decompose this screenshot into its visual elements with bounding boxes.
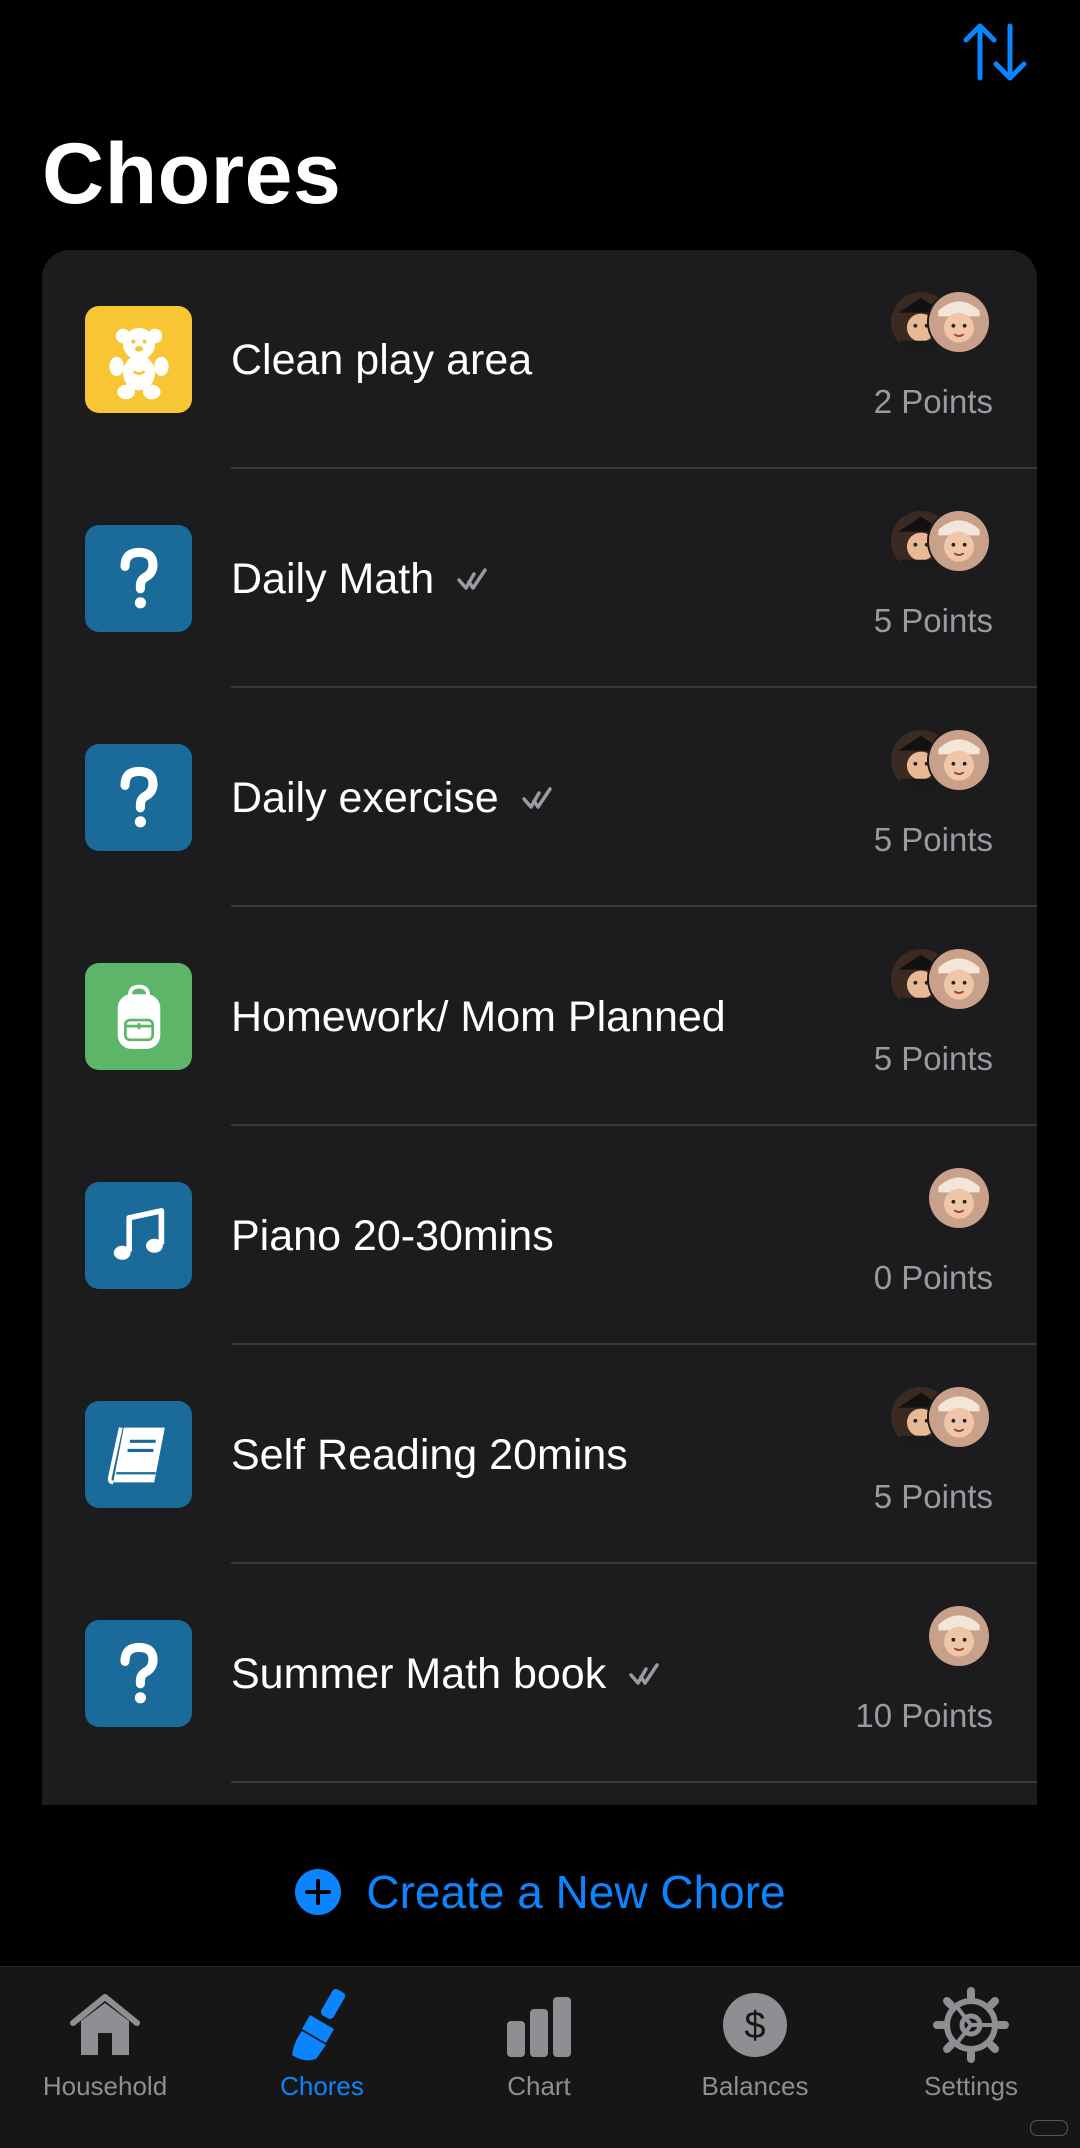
tab-chart[interactable]: Chart bbox=[439, 1985, 639, 2102]
plus-circle-icon bbox=[295, 1869, 342, 1915]
chore-row[interactable]: Self Reading 20mins 5 Points bbox=[42, 1345, 1037, 1564]
assignee-avatars bbox=[889, 1385, 991, 1449]
house-icon bbox=[70, 1994, 140, 2055]
page-title: Chores bbox=[42, 126, 342, 222]
row-divider bbox=[231, 1781, 1037, 1783]
chore-row[interactable]: Summer Math book 10 Points bbox=[42, 1564, 1037, 1783]
create-chore-label: Create a New Chore bbox=[366, 1866, 786, 1918]
tab-label: Household bbox=[42, 2071, 168, 2101]
chore-label: Daily Math bbox=[231, 555, 435, 603]
assignee-avatars bbox=[927, 1166, 991, 1230]
dollar-circle-icon: $ bbox=[723, 1993, 787, 2057]
tab-label: Settings bbox=[924, 2071, 1018, 2101]
avatar bbox=[927, 290, 991, 354]
chore-label: Summer Math book bbox=[231, 1650, 607, 1698]
tab-label: Balances bbox=[701, 2071, 809, 2101]
avatar bbox=[927, 728, 991, 792]
question-mark-icon bbox=[85, 1620, 192, 1727]
double-check-icon bbox=[457, 567, 487, 590]
assignee-avatars bbox=[889, 947, 991, 1011]
chore-row[interactable]: Homework/ Mom Planned 5 Points bbox=[42, 907, 1037, 1126]
chore-points: 5 Points bbox=[873, 602, 993, 639]
chore-row[interactable]: Clean play area 2 Points bbox=[42, 250, 1037, 469]
chore-points: 2 Points bbox=[873, 383, 993, 420]
avatar bbox=[927, 509, 991, 573]
music-note-icon bbox=[85, 1182, 192, 1289]
tab-balances[interactable]: $ Balances bbox=[655, 1985, 855, 2102]
home-indicator bbox=[1030, 2120, 1068, 2136]
brush-icon bbox=[292, 1988, 346, 2061]
chore-points: 5 Points bbox=[873, 821, 993, 858]
chore-row[interactable]: Daily exercise 5 Points bbox=[42, 688, 1037, 907]
chore-row[interactable]: Piano 20-30mins 0 Points bbox=[42, 1126, 1037, 1345]
sort-arrows-icon bbox=[963, 23, 1027, 81]
chore-points: 10 Points bbox=[855, 1697, 993, 1734]
assignee-avatars bbox=[889, 509, 991, 573]
create-chore-button[interactable]: Create a New Chore bbox=[0, 1865, 1080, 1919]
chore-label: Piano 20-30mins bbox=[231, 1212, 554, 1260]
tab-household[interactable]: Household bbox=[5, 1985, 205, 2102]
chore-label: Clean play area bbox=[231, 336, 533, 384]
chore-row[interactable]: Daily Math 5 Points bbox=[42, 469, 1037, 688]
chore-points: 5 Points bbox=[873, 1040, 993, 1077]
gear-icon bbox=[933, 1987, 1009, 2063]
chore-points: 0 Points bbox=[873, 1259, 993, 1296]
tab-settings[interactable]: Settings bbox=[871, 1985, 1071, 2102]
assignee-avatars bbox=[889, 728, 991, 792]
avatar bbox=[927, 1166, 991, 1230]
avatar bbox=[927, 1604, 991, 1668]
avatar bbox=[927, 1385, 991, 1449]
teddy-bear-icon bbox=[85, 306, 192, 413]
svg-text:$: $ bbox=[744, 2005, 765, 2047]
chores-list: Clean play area 2 Points Daily Math 5 Po… bbox=[42, 250, 1037, 1805]
double-check-icon bbox=[521, 786, 552, 809]
avatar bbox=[927, 947, 991, 1011]
tab-label: Chart bbox=[507, 2071, 571, 2101]
assignee-avatars bbox=[889, 290, 991, 354]
chore-label: Homework/ Mom Planned bbox=[231, 993, 726, 1041]
book-icon bbox=[85, 1401, 192, 1508]
double-check-icon bbox=[629, 1662, 659, 1685]
chore-label: Daily exercise bbox=[231, 774, 499, 822]
sort-button[interactable] bbox=[960, 18, 1030, 88]
tab-label: Chores bbox=[280, 2071, 364, 2101]
question-mark-icon bbox=[85, 744, 192, 851]
question-mark-icon bbox=[85, 525, 192, 632]
bar-chart-icon bbox=[507, 1997, 571, 2057]
chore-label: Self Reading 20mins bbox=[231, 1431, 628, 1479]
tab-chores[interactable]: Chores bbox=[222, 1985, 422, 2102]
assignee-avatars bbox=[927, 1604, 991, 1668]
backpack-icon bbox=[85, 963, 192, 1070]
chore-points: 5 Points bbox=[873, 1478, 993, 1515]
tab-bar: Household Chores Chart $ Balances Settin… bbox=[0, 1966, 1080, 2148]
